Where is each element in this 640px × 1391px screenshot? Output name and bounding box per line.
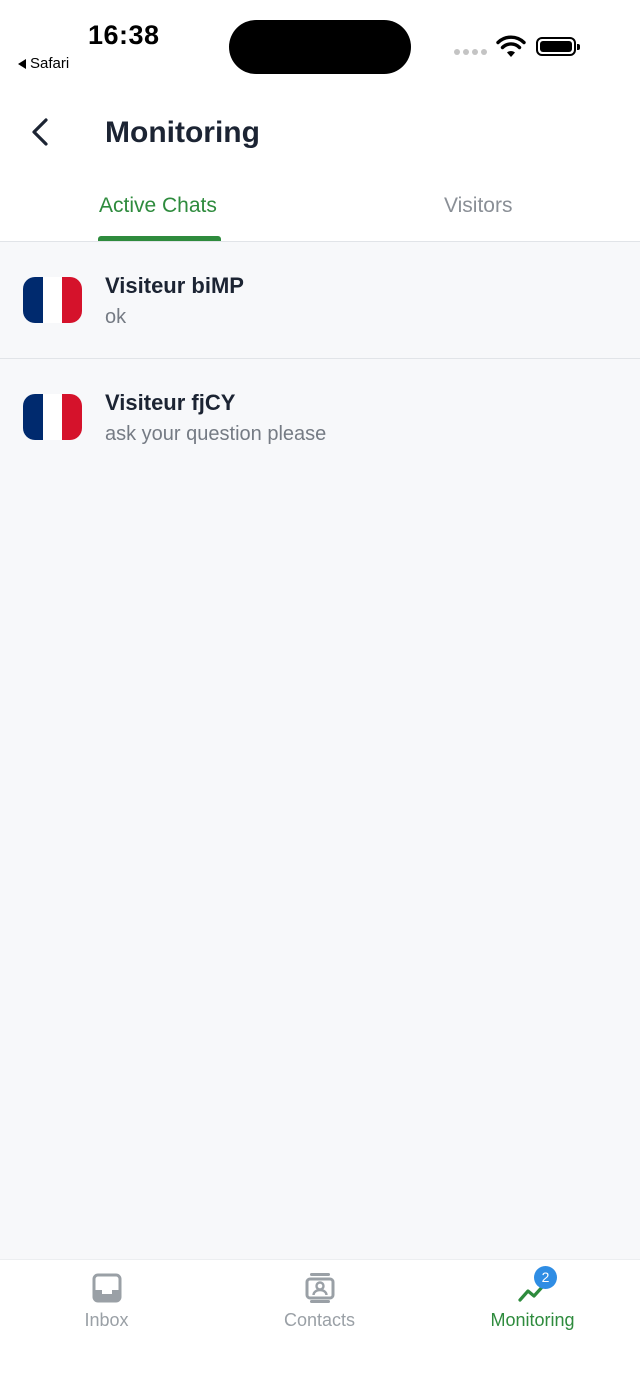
bottom-navigation: Inbox Contacts 2 Monitoring — [0, 1259, 640, 1391]
nav-contacts[interactable]: Contacts — [213, 1260, 426, 1350]
france-flag-icon — [23, 277, 82, 323]
tab-active-chats[interactable]: Active Chats — [99, 194, 217, 218]
tab-visitors[interactable]: Visitors — [444, 194, 512, 218]
chat-visitor-name: Visiteur fjCY — [105, 390, 236, 415]
france-flag-icon — [23, 394, 82, 440]
tab-bar: Active Chats Visitors — [0, 180, 640, 242]
inbox-icon — [92, 1273, 122, 1303]
page-title: Monitoring — [105, 116, 260, 149]
back-to-app-link[interactable]: Safari — [18, 55, 69, 72]
monitoring-count-badge: 2 — [534, 1266, 557, 1289]
status-bar: 16:38 Safari — [0, 0, 640, 90]
wifi-icon — [496, 35, 526, 57]
chat-visitor-name: Visiteur biMP — [105, 273, 244, 298]
nav-monitoring-label: Monitoring — [490, 1310, 575, 1330]
cellular-signal-icon — [454, 49, 487, 55]
battery-icon — [536, 37, 580, 56]
chat-item[interactable]: Visiteur biMP ok — [0, 242, 640, 359]
status-time: 16:38 — [88, 20, 160, 50]
nav-inbox-label: Inbox — [84, 1310, 129, 1330]
nav-contacts-label: Contacts — [283, 1310, 356, 1330]
back-app-label: Safari — [30, 55, 70, 72]
chat-last-message: ok — [105, 306, 127, 328]
back-chevron-icon[interactable] — [26, 114, 56, 150]
chat-list: Visiteur biMP ok Visiteur fjCY ask your … — [0, 242, 640, 1259]
back-triangle-icon — [18, 58, 26, 69]
contacts-icon — [305, 1273, 335, 1303]
chat-item[interactable]: Visiteur fjCY ask your question please — [0, 359, 640, 476]
dynamic-island — [229, 20, 411, 74]
chat-last-message: ask your question please — [105, 423, 327, 445]
nav-monitoring[interactable]: 2 Monitoring — [426, 1260, 639, 1350]
active-tab-indicator — [98, 236, 221, 241]
header: Monitoring — [0, 100, 640, 170]
nav-inbox[interactable]: Inbox — [0, 1260, 213, 1350]
